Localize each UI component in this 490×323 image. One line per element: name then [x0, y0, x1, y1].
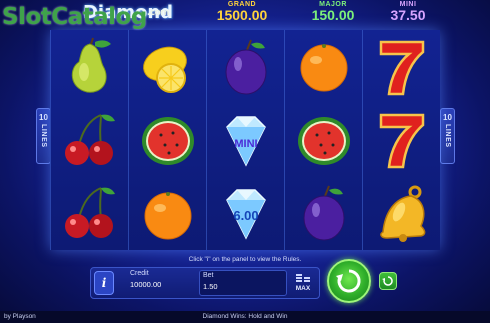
- orange-icon: [129, 176, 207, 249]
- watermark: SlotCatalog.com: [2, 4, 170, 30]
- reel-1: [50, 30, 128, 250]
- info-button[interactable]: i: [94, 271, 114, 295]
- diamond-mini-icon: MINI: [207, 103, 285, 176]
- jackpot-grand-value: 1500.00: [216, 7, 268, 23]
- diamond-label-mini: MINI: [234, 138, 257, 150]
- jackpot-mini-value: 37.50: [390, 7, 426, 23]
- max-label: MAX: [295, 285, 311, 292]
- lines-indicator-right: 10 LINES: [440, 108, 455, 164]
- plum-icon: [285, 176, 363, 249]
- rules-hint: Click "i" on the panel to view the Rules…: [188, 256, 302, 263]
- pear-icon: [51, 30, 129, 103]
- spin-button[interactable]: [327, 259, 371, 303]
- credit-display: Credit 10000.00: [125, 270, 193, 296]
- bet-value: 1.50: [203, 282, 218, 291]
- game-name: Diamond Wins: Hold and Win: [202, 313, 288, 320]
- max-bet-button[interactable]: MAX: [290, 271, 316, 295]
- reel-5: [362, 30, 440, 250]
- seven-icon: [363, 30, 441, 103]
- watermelon-icon: [285, 103, 363, 176]
- footer-bar: by Playson Diamond Wins: Hold and Win: [0, 311, 490, 323]
- jackpot-grand: GRAND 1500.00: [197, 1, 287, 23]
- credit-value: 10000.00: [130, 280, 162, 289]
- plum-icon: [207, 30, 285, 103]
- diamond-label-value: 6.00: [233, 208, 258, 223]
- spin-arrows-icon: [336, 269, 361, 293]
- diamond-value-icon: 6.00: [207, 176, 285, 249]
- autoplay-icon: [382, 276, 393, 286]
- watermelon-icon: [129, 103, 207, 176]
- jackpot-major: MAJOR 150.00: [288, 1, 378, 23]
- cherries-icon: [51, 176, 129, 249]
- reel-2: [128, 30, 206, 250]
- lines-indicator-left: 10 LINES: [36, 108, 51, 164]
- coin-stack-icon: [296, 274, 310, 282]
- reel-3: MINI 6.00: [206, 30, 284, 250]
- reel-grid: MINI 6.00: [50, 30, 440, 250]
- jackpot-mini: MINI 37.50: [368, 1, 448, 23]
- seven-icon: [363, 103, 441, 176]
- reel-4: [284, 30, 362, 250]
- bet-selector[interactable]: Bet 1.50: [199, 270, 287, 296]
- cherries-icon: [51, 103, 129, 176]
- bell-icon: [363, 176, 441, 249]
- jackpot-major-value: 150.00: [311, 7, 355, 23]
- bet-label: Bet: [203, 272, 214, 279]
- autoplay-button[interactable]: [379, 272, 397, 290]
- lemon-icon: [129, 30, 207, 103]
- credit-label: Credit: [130, 270, 149, 277]
- orange-icon: [285, 30, 363, 103]
